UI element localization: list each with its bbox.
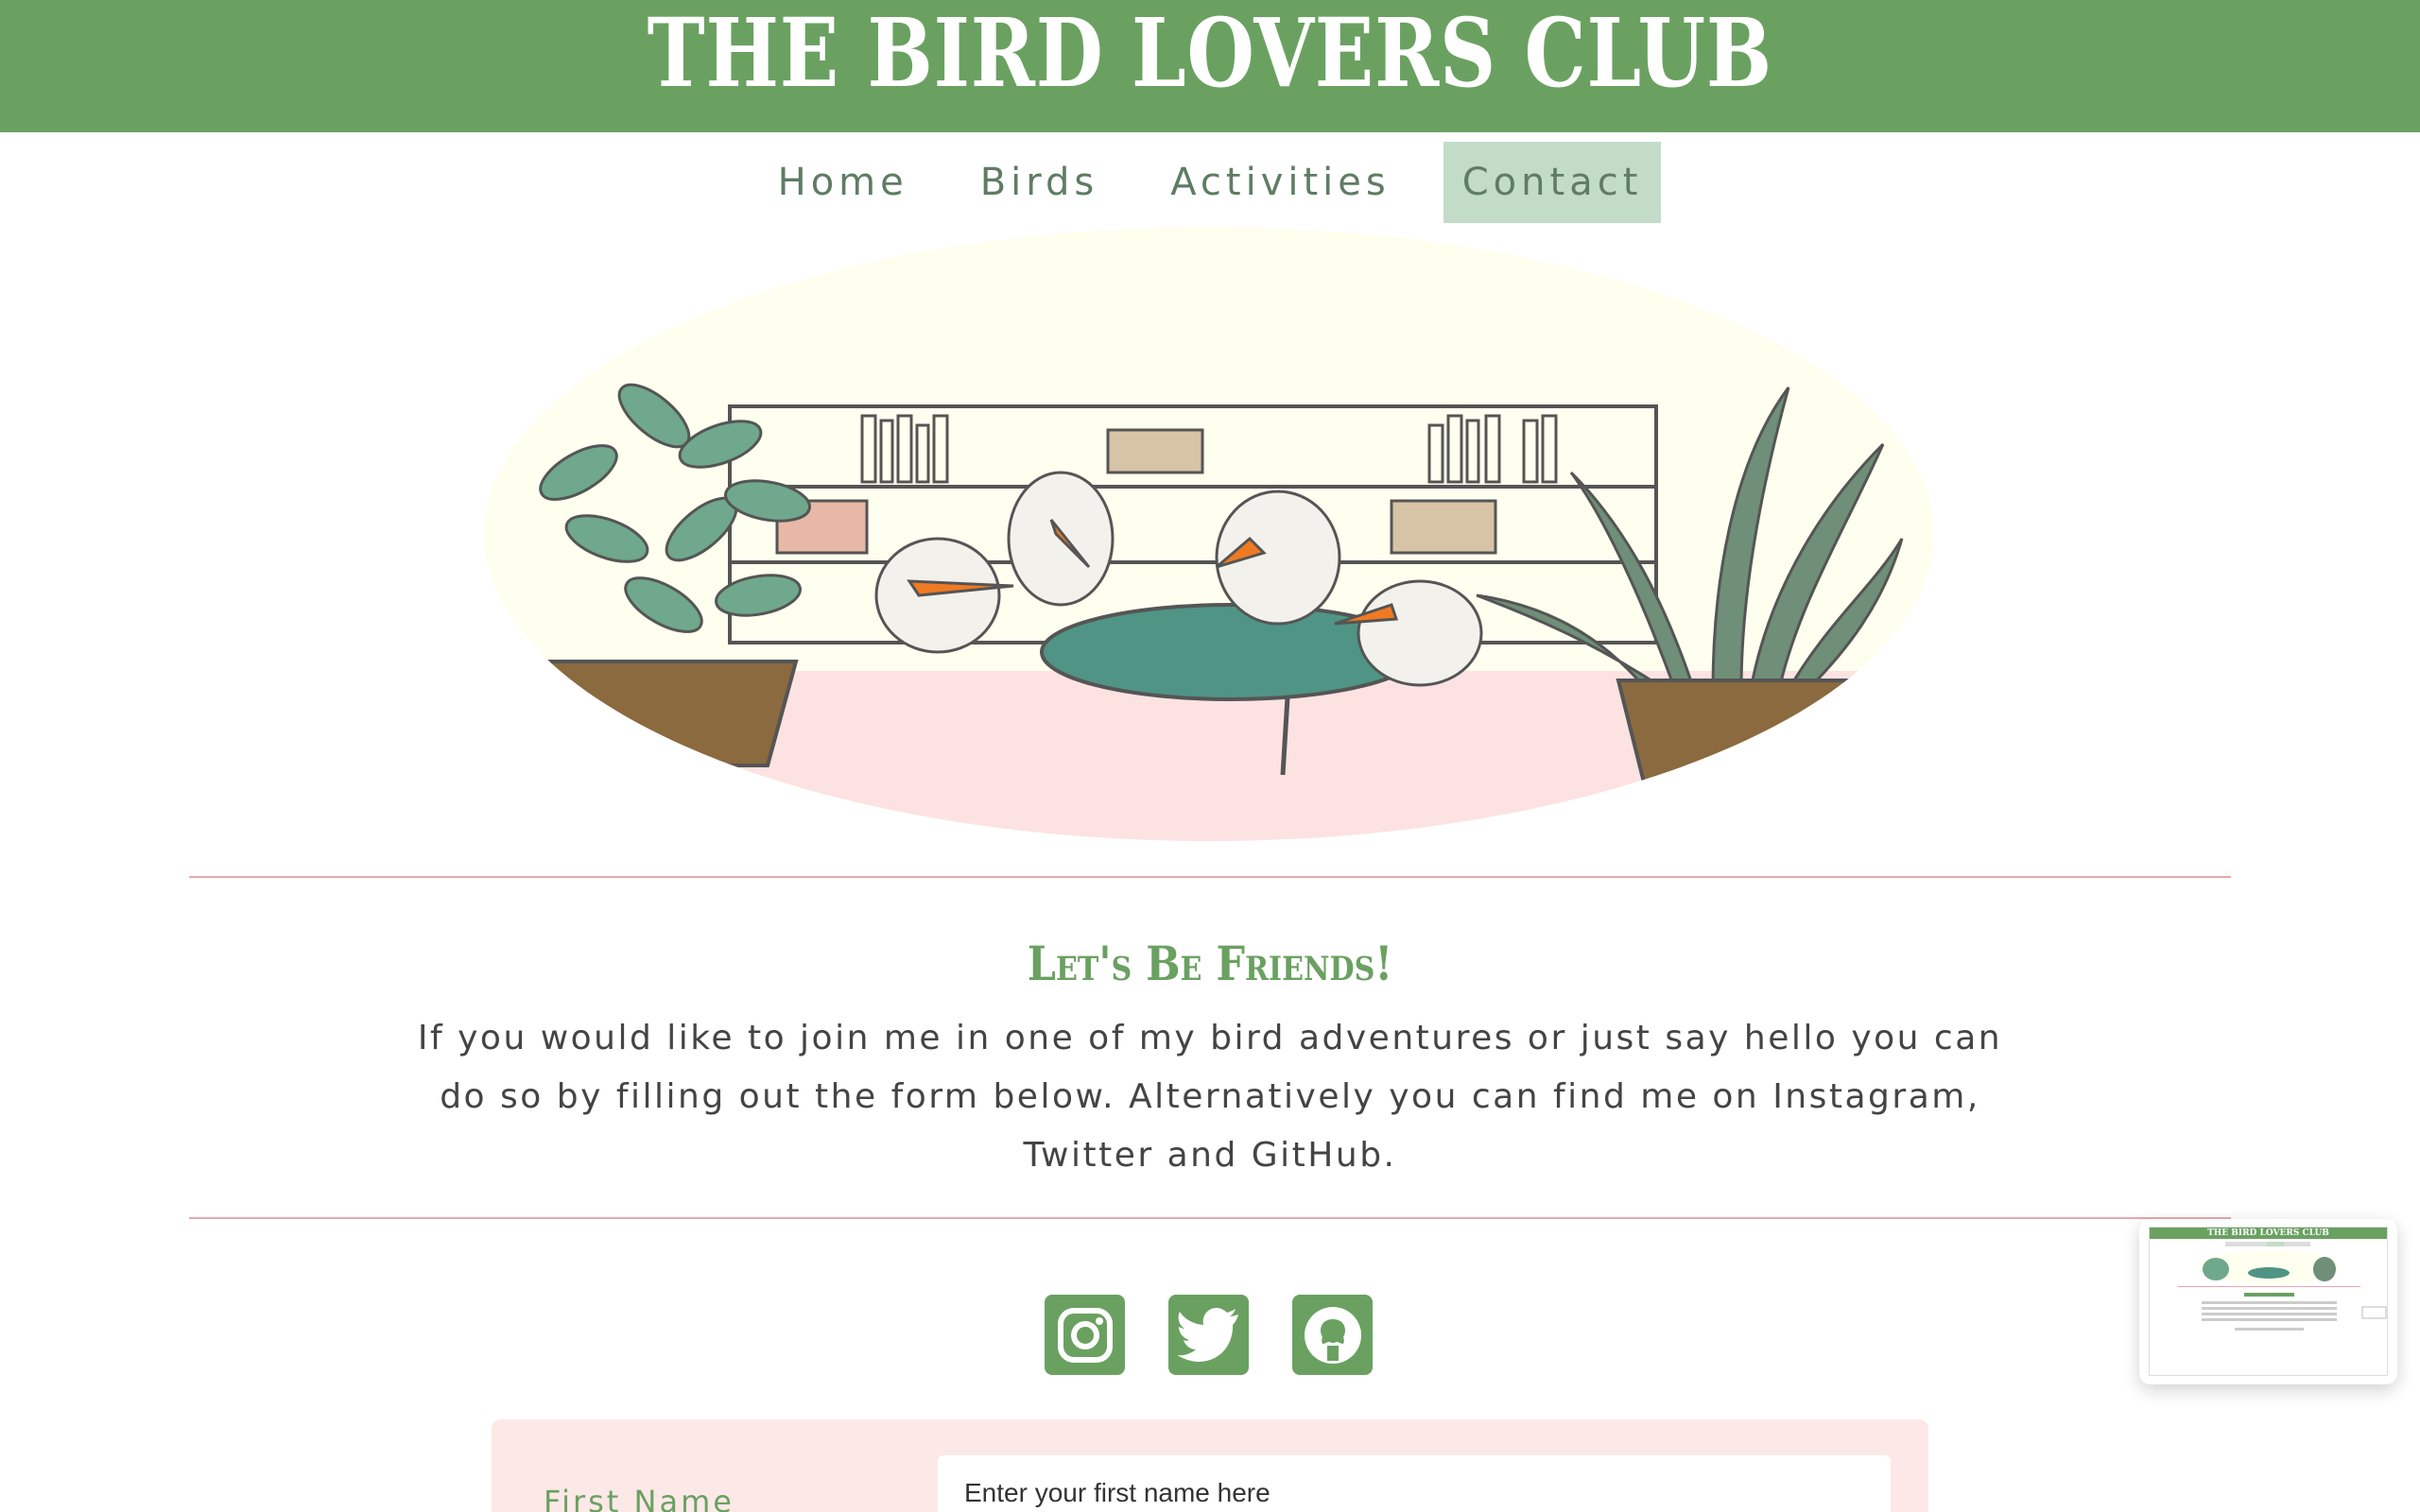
social-links — [1045, 1295, 1373, 1375]
thumbnail-title: THE BIRD LOVERS CLUB — [2150, 1228, 2387, 1239]
instagram-link[interactable] — [1045, 1295, 1125, 1375]
instagram-icon — [1057, 1307, 1113, 1363]
page-thumbnail[interactable]: THE BIRD LOVERS CLUB — [2139, 1219, 2397, 1384]
nav-item-activities[interactable]: Activities — [1151, 142, 1409, 223]
main-nav: Home Birds Activities Contact — [0, 142, 2420, 223]
section-heading: Let's Be Friends! — [1027, 936, 1393, 991]
thumbnail-preview: THE BIRD LOVERS CLUB — [2149, 1227, 2388, 1376]
first-name-field[interactable] — [938, 1455, 1891, 1512]
twitter-link[interactable] — [1168, 1295, 1249, 1375]
github-link[interactable] — [1292, 1295, 1373, 1375]
twitter-icon — [1177, 1307, 1238, 1362]
site-title: THE BIRD LOVERS CLUB — [647, 0, 1773, 109]
nav-item-contact[interactable]: Contact — [1443, 142, 1662, 223]
nav-item-birds[interactable]: Birds — [961, 142, 1118, 223]
thumbnail-content — [2178, 1242, 2387, 1331]
birds-meeting-illustration — [484, 227, 1934, 841]
contact-form: First Name — [492, 1419, 1928, 1512]
site-header: THE BIRD LOVERS CLUB — [0, 0, 2420, 132]
hero-illustration — [484, 227, 1934, 841]
first-name-label: First Name — [544, 1484, 735, 1512]
bottom-divider — [189, 1217, 2231, 1219]
nav-item-home[interactable]: Home — [759, 142, 927, 223]
intro-paragraph: If you would like to join me in one of m… — [417, 1019, 2003, 1175]
github-icon — [1304, 1306, 1361, 1364]
top-divider — [189, 876, 2231, 878]
